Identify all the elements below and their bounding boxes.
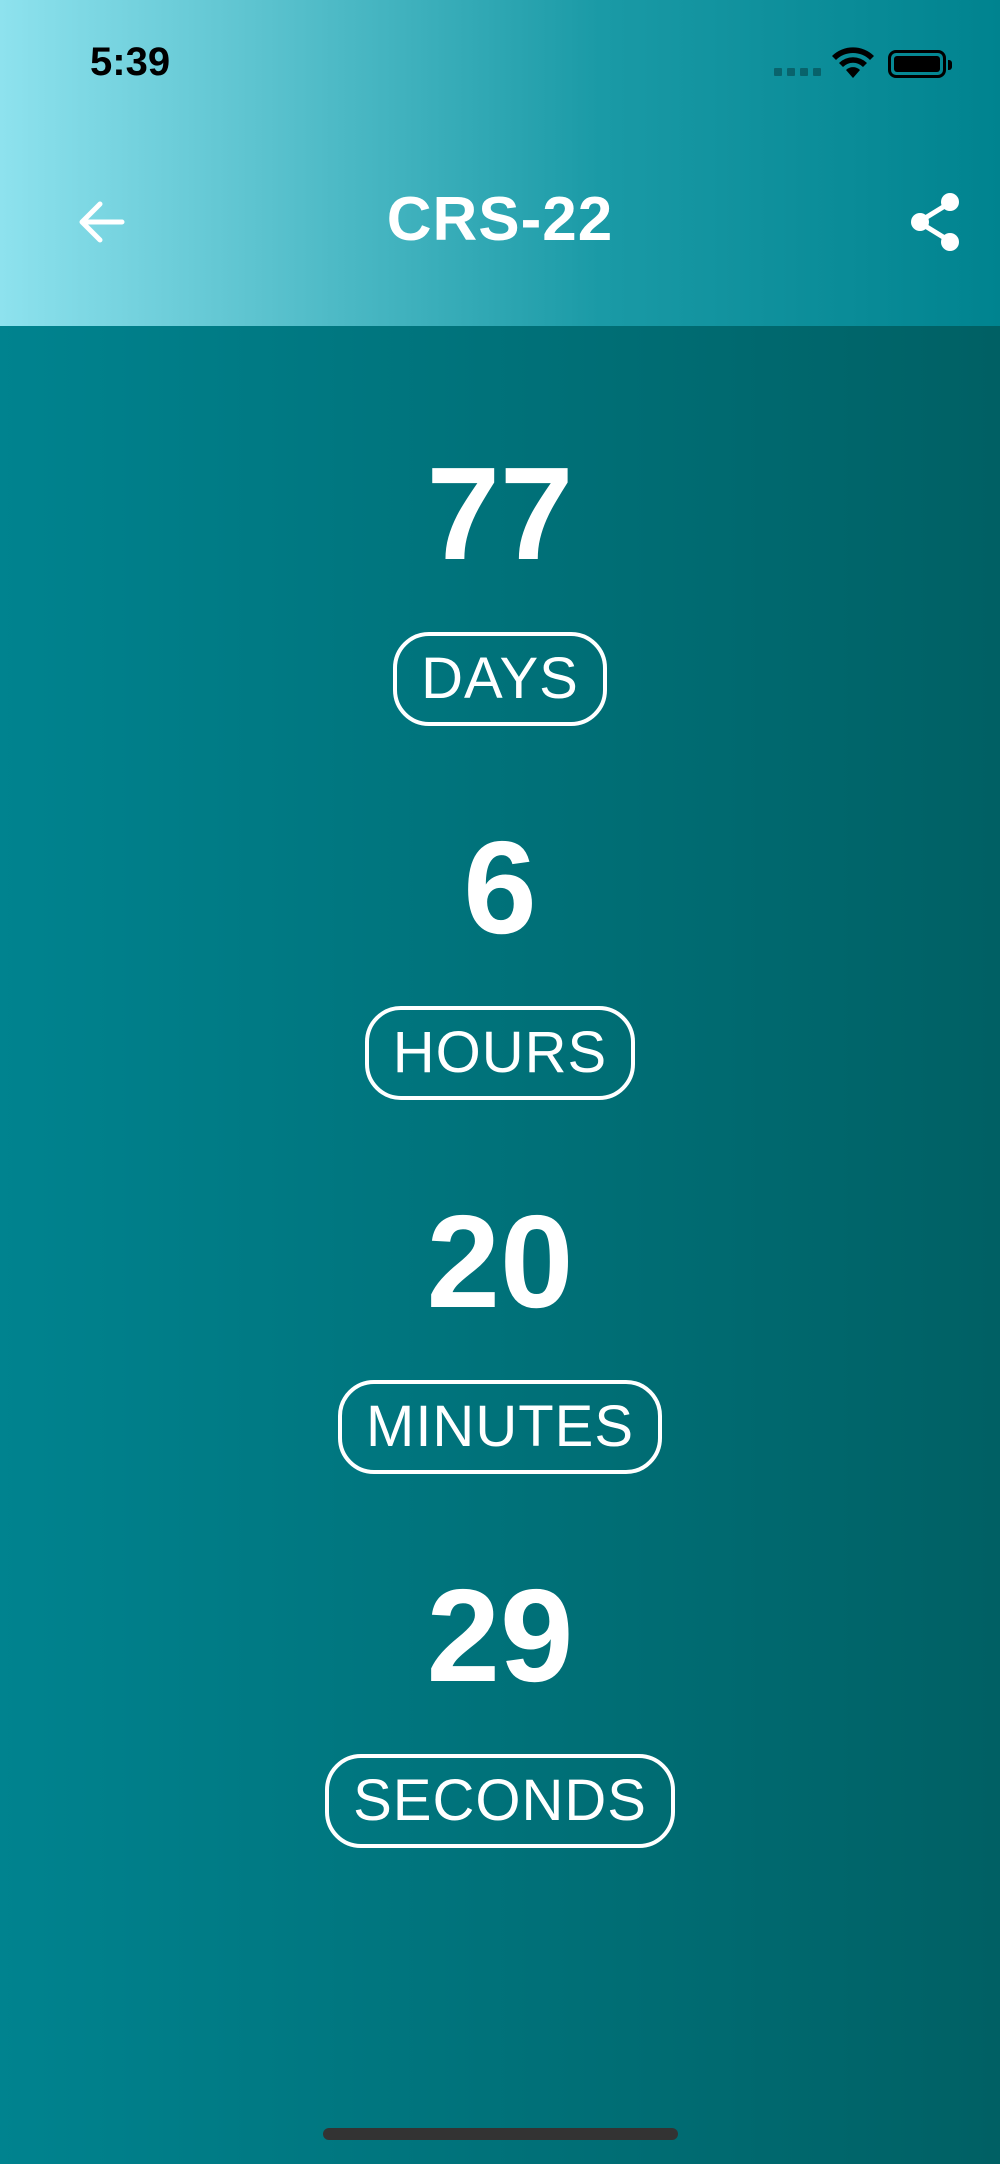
- share-button[interactable]: [904, 190, 968, 254]
- days-label: DAYS: [393, 632, 607, 726]
- minutes-label: MINUTES: [338, 1380, 662, 1474]
- seconds-label: SECONDS: [325, 1754, 675, 1848]
- countdown-days: 77 DAYS: [0, 448, 1000, 726]
- countdown-minutes: 20 MINUTES: [0, 1196, 1000, 1474]
- status-time: 5:39: [90, 40, 171, 84]
- wifi-icon: [832, 47, 874, 78]
- battery-icon: [888, 50, 952, 78]
- minutes-value: 20: [426, 1188, 574, 1335]
- seconds-value: 29: [426, 1562, 574, 1709]
- home-indicator[interactable]: [323, 2128, 678, 2140]
- countdown-seconds: 29 SECONDS: [0, 1570, 1000, 1848]
- app-header: 5:39 CRS-22: [0, 0, 1000, 326]
- cellular-signal-icon: [774, 68, 821, 76]
- hours-value: 6: [463, 814, 537, 961]
- share-icon: [911, 193, 959, 251]
- countdown-hours: 6 HOURS: [0, 822, 1000, 1100]
- days-value: 77: [426, 440, 574, 587]
- hours-label: HOURS: [364, 1006, 636, 1100]
- page-title: CRS-22: [386, 185, 614, 254]
